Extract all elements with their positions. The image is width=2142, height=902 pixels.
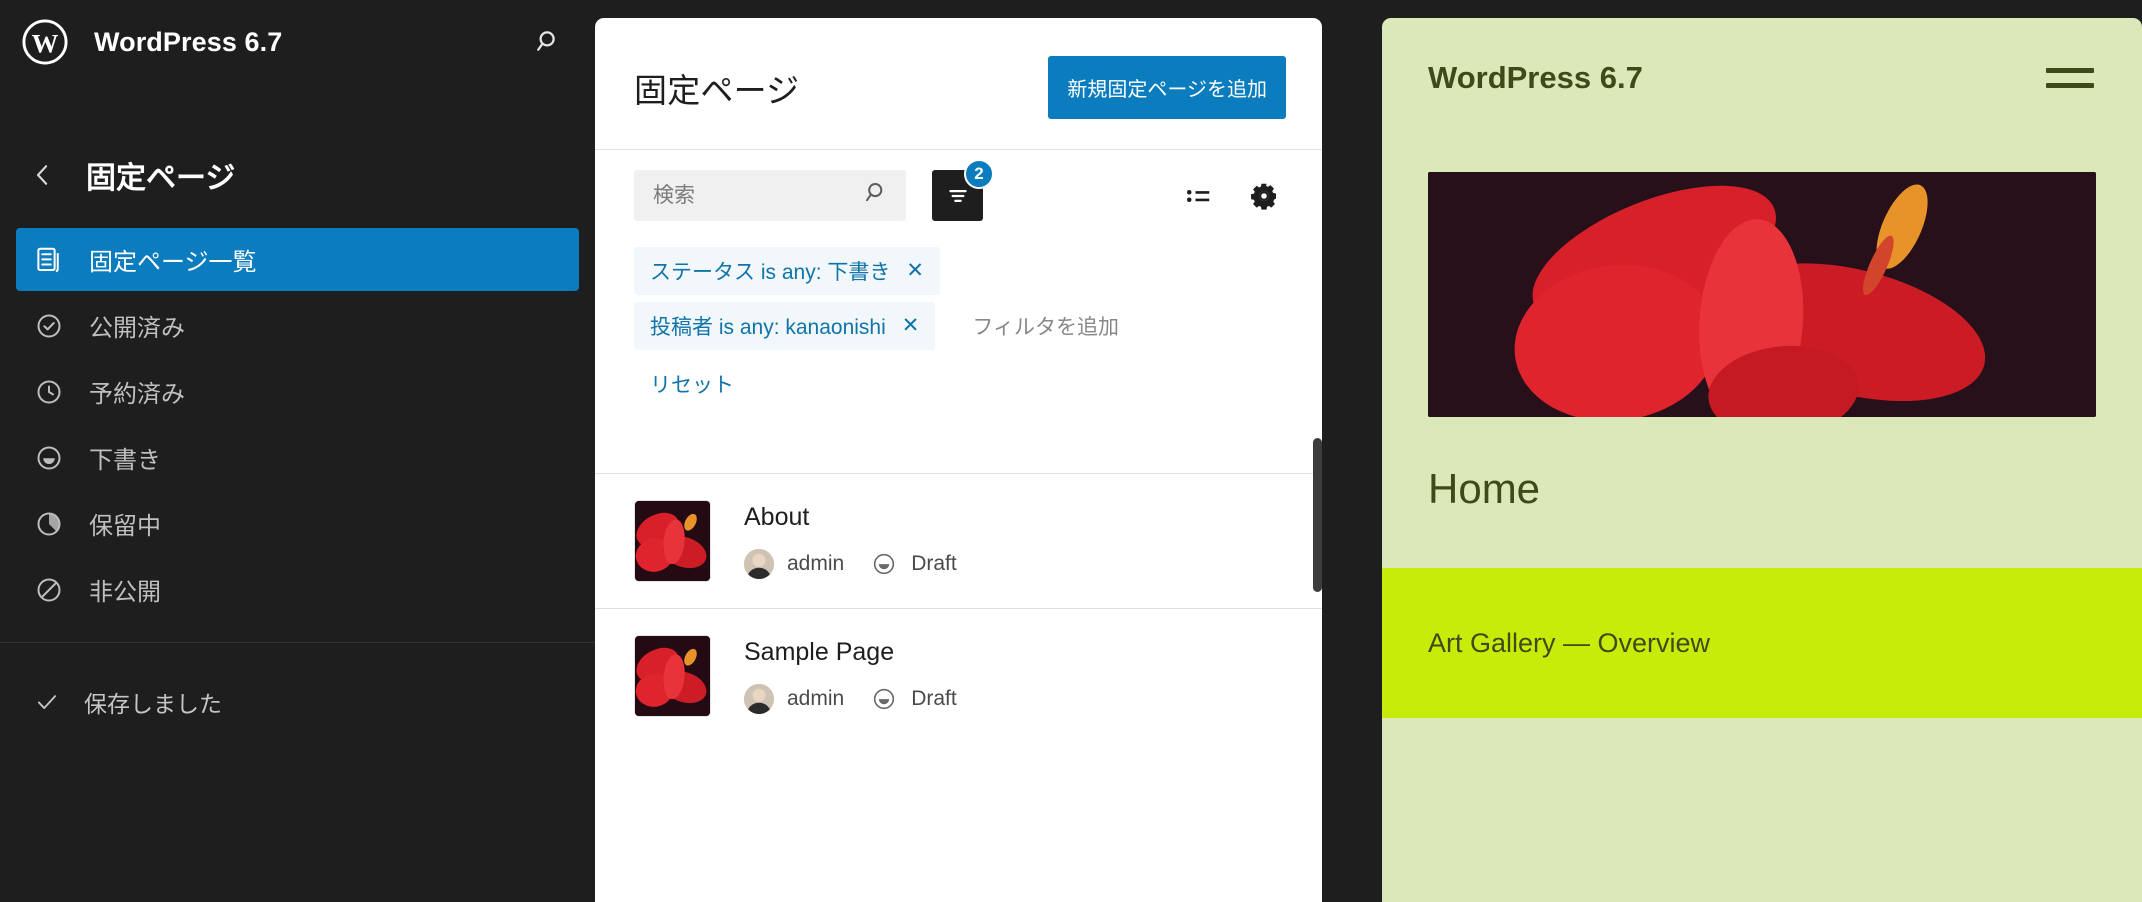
sidebar-item-label: 予約済み: [89, 381, 185, 408]
draft-icon: [869, 684, 899, 714]
sidebar: W WordPress 6.7 固定ページ 固定ページ一覧 公開済み 予約済み …: [0, 0, 595, 902]
pages-panel: 固定ページ 新規固定ページを追加 2: [595, 18, 1322, 902]
wordpress-logo-icon[interactable]: W: [22, 19, 68, 65]
preview-wrap: WordPress 6.7 Home Art Gallery — Overvie…: [1363, 0, 2142, 902]
check-icon: [32, 687, 62, 717]
sidebar-header: W WordPress 6.7: [0, 0, 595, 84]
status-badge: Draft: [911, 687, 957, 710]
pending-icon: [32, 507, 66, 541]
chevron-left-icon[interactable]: [22, 154, 64, 196]
sidebar-item-pending[interactable]: 保留中: [16, 492, 579, 555]
preview-page-heading: Home: [1428, 465, 1541, 512]
search-icon[interactable]: [529, 22, 569, 62]
close-icon[interactable]: ✕: [906, 258, 924, 283]
burger-line: [2046, 83, 2094, 88]
preview-banner-text: Art Gallery — Overview: [1428, 627, 1711, 658]
save-status-label: 保存しました: [84, 691, 222, 717]
page-title: 固定ページ: [86, 162, 236, 195]
sidebar-item-label: 下書き: [89, 447, 161, 474]
preview-site-header: WordPress 6.7: [1382, 18, 2142, 96]
save-status: 保存しました: [0, 673, 595, 731]
wordpress-admin-app: W WordPress 6.7 固定ページ 固定ページ一覧 公開済み 予約済み …: [0, 0, 2142, 902]
sidebar-nav-list: 固定ページ一覧 公開済み 予約済み 下書き 保留中 非公開: [0, 228, 595, 621]
toolbar: 2: [595, 150, 1322, 239]
sidebar-item-private[interactable]: 非公開: [16, 558, 579, 621]
avatar: [744, 684, 774, 714]
avatar: [744, 549, 774, 579]
sidebar-divider: [0, 642, 595, 643]
scheduled-clock-icon: [32, 375, 66, 409]
main-panel-wrap: 固定ページ 新規固定ページを追加 2: [595, 0, 1363, 902]
sidebar-item-label: 非公開: [89, 579, 161, 606]
panel-title: 固定ページ: [634, 71, 800, 109]
page-title-link[interactable]: Sample Page: [744, 638, 894, 666]
sidebar-item-published[interactable]: 公開済み: [16, 294, 579, 357]
hamburger-menu-icon[interactable]: [2046, 60, 2094, 96]
filter-chip-author[interactable]: 投稿者 is any: kanaonishi ✕: [634, 301, 936, 350]
filter-chips-area: ステータス is any: 下書き ✕ 投稿者 is any: kanaonis…: [595, 239, 1322, 399]
author-name: admin: [787, 552, 845, 575]
preview-site-title[interactable]: WordPress 6.7: [1428, 60, 1643, 96]
sidebar-item-all-pages[interactable]: 固定ページ一覧: [16, 228, 579, 291]
search-box[interactable]: [634, 170, 906, 221]
author-name: admin: [787, 687, 845, 710]
svg-text:W: W: [32, 29, 59, 59]
brand-title: WordPress 6.7: [94, 26, 283, 57]
row-content: About admin Draft: [744, 503, 957, 579]
page-thumbnail: [634, 635, 711, 717]
panel-header: 固定ページ 新規固定ページを追加: [595, 18, 1322, 149]
row-content: Sample Page admin Draft: [744, 638, 957, 714]
hibiscus-flower-image: [1428, 172, 2096, 417]
sidebar-item-draft[interactable]: 下書き: [16, 426, 579, 489]
list-view-icon[interactable]: [1176, 174, 1220, 218]
page-thumbnail: [634, 500, 711, 582]
filter-button[interactable]: 2: [932, 159, 994, 221]
filter-chip-status[interactable]: ステータス is any: 下書き ✕: [634, 246, 940, 295]
chip-label: 投稿者 is any: kanaonishi: [650, 315, 886, 339]
private-blocked-icon: [32, 573, 66, 607]
sidebar-nav-header: 固定ページ: [0, 138, 595, 212]
row-meta: admin Draft: [744, 549, 957, 579]
draft-icon: [32, 441, 66, 475]
search-input[interactable]: [653, 183, 863, 208]
sidebar-item-scheduled[interactable]: 予約済み: [16, 360, 579, 423]
chip-label: ステータス is any: 下書き: [650, 260, 891, 284]
add-filter-button[interactable]: フィルタを追加: [972, 311, 1119, 341]
table-row[interactable]: Sample Page admin Draft: [595, 609, 1322, 743]
reset-filters-button[interactable]: リセット: [634, 353, 734, 399]
sidebar-item-label: 保留中: [89, 513, 161, 540]
chip-row-status: ステータス is any: 下書き ✕: [634, 243, 1286, 298]
sidebar-item-label: 公開済み: [89, 315, 185, 342]
pages-icon: [32, 243, 66, 277]
gear-icon[interactable]: [1242, 174, 1286, 218]
row-meta: admin Draft: [744, 684, 957, 714]
scrollbar[interactable]: [1313, 438, 1322, 592]
search-icon[interactable]: [863, 179, 891, 212]
sidebar-item-label: 固定ページ一覧: [89, 249, 257, 276]
published-check-icon: [32, 309, 66, 343]
status-badge: Draft: [911, 552, 957, 575]
chip-row-author: 投稿者 is any: kanaonishi ✕ フィルタを追加: [634, 298, 1286, 353]
filter-count-badge: 2: [964, 159, 994, 189]
table-row[interactable]: About admin Draft: [595, 474, 1322, 608]
close-icon[interactable]: ✕: [902, 313, 920, 338]
burger-line: [2046, 68, 2094, 73]
page-title-link[interactable]: About: [744, 503, 809, 531]
draft-icon: [869, 549, 899, 579]
preview-banner: Art Gallery — Overview: [1382, 568, 2142, 718]
site-preview: WordPress 6.7 Home Art Gallery — Overvie…: [1382, 18, 2142, 902]
add-new-page-button[interactable]: 新規固定ページを追加: [1048, 56, 1286, 119]
